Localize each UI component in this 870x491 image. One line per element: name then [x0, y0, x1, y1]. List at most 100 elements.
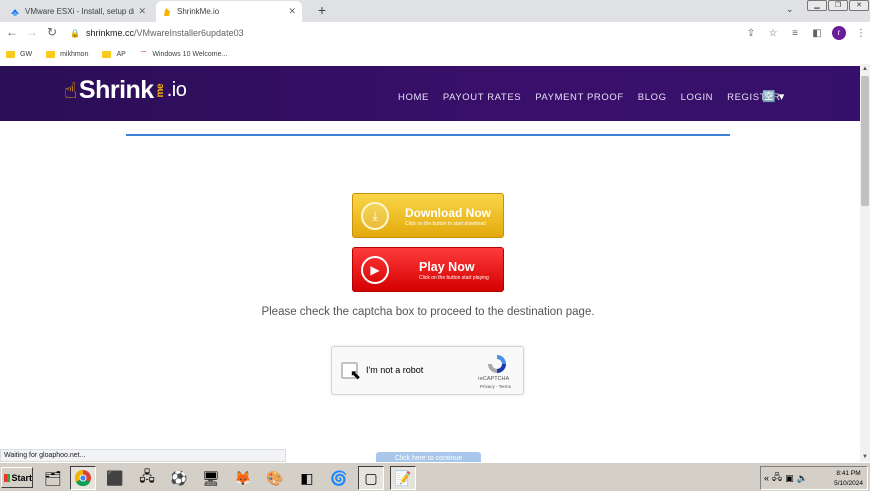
network-monitor-icon[interactable]: 🖧 [134, 466, 160, 490]
chrome-logo-icon [74, 469, 91, 487]
mouse-cursor-icon: ⬉ [350, 367, 361, 382]
page-scrollbar[interactable]: ▲ ▼ [860, 64, 870, 462]
bookmark-label: GW [20, 50, 33, 58]
captcha-message: Please check the captcha box to proceed … [261, 306, 595, 318]
reading-list-icon[interactable]: ≡ [784, 28, 806, 39]
status-bar: Waiting for gloaphoo.net... [0, 449, 286, 462]
tab-shrinkme[interactable]: ShrinkMe.io ✕ [156, 1, 302, 22]
new-tab-button[interactable]: + [314, 2, 330, 18]
bookmark-gw[interactable]: GW [6, 50, 33, 58]
folder-icon [6, 50, 15, 58]
restore-icon[interactable]: ❐ [828, 0, 848, 11]
bookmark-label: Windows 10 Welcome... [152, 50, 228, 58]
bookmark-ap[interactable]: AP [102, 50, 126, 58]
bookmark-windows10[interactable]: ⌔ Windows 10 Welcome... [140, 49, 227, 59]
chrome-icon[interactable] [70, 466, 96, 490]
side-panel-icon[interactable]: ◧ [806, 28, 828, 39]
tray-app-icon[interactable]: ▣ [785, 473, 794, 484]
logo-me: me [154, 83, 166, 98]
vmware-favicon-icon [11, 8, 19, 16]
notepad-icon[interactable]: 📝 [390, 466, 416, 490]
play-now-button[interactable]: ▶ Play Now Click on the button start pla… [352, 247, 504, 292]
url-path: /VMwareInstaller6update03 [134, 28, 244, 38]
folder-icon [46, 50, 56, 58]
continue-button[interactable]: Click here to continue [376, 452, 481, 462]
remote-desktop-icon[interactable]: 🖥 [198, 466, 224, 490]
terminal-icon[interactable]: ⬛ [102, 466, 128, 490]
url-host: shrinkme.cc [86, 28, 135, 38]
scroll-down-icon[interactable]: ▼ [862, 454, 868, 460]
close-window-icon[interactable]: ✕ [849, 0, 869, 11]
shrinkme-favicon-icon [164, 7, 170, 16]
clock-date: 5/10/2024 [834, 480, 863, 487]
window-controls: ▁ ❐ ✕ [806, 0, 869, 11]
play-title: Play Now [419, 260, 475, 274]
tab-strip: VMware ESXi - Install, setup driver R ✕ … [0, 0, 870, 22]
shrinkme-logo[interactable]: ☝ Shrink me .io [64, 76, 187, 105]
bookmark-mikhmon[interactable]: mikhmon [46, 50, 89, 58]
share-icon[interactable]: ⇪ [740, 28, 762, 39]
reload-icon[interactable]: ↻ [44, 25, 60, 39]
window-button-icon[interactable]: ▢ [358, 466, 384, 490]
recaptcha-terms[interactable]: Privacy - Terms [480, 384, 511, 389]
recaptcha-logo-icon [488, 355, 506, 373]
tab-title: ShrinkMe.io [177, 7, 220, 16]
soccer-ball-icon[interactable]: ⚽ [166, 466, 192, 490]
play-icon: ▶ [361, 256, 389, 284]
windows-flag-icon [4, 473, 11, 482]
forward-arrow-icon[interactable]: → [24, 25, 40, 39]
scroll-thumb[interactable] [861, 76, 869, 206]
system-tray: « 🖧 ▣ 🔈 8:41 PM 5/10/2024 [760, 466, 868, 490]
vmware-icon[interactable]: ◧ [294, 466, 320, 490]
download-title: Download Now [405, 206, 491, 220]
menu-kebab-icon[interactable]: ⋮ [850, 28, 870, 39]
logo-text: Shrink [78, 76, 154, 104]
toolbar-icons: ⇪ ☆ ≡ ◧ r ⋮ [740, 26, 870, 40]
recaptcha-brand: reCAPTCHA [478, 376, 510, 382]
tray-volume-icon[interactable]: 🔈 [797, 473, 808, 484]
site-menu: HOME PAYOUT RATES PAYMENT PROOF BLOG LOG… [398, 92, 795, 103]
scroll-up-icon[interactable]: ▲ [862, 66, 868, 72]
paint-icon[interactable]: 🎨 [262, 466, 288, 490]
tray-network-icon[interactable]: 🖧 [772, 470, 782, 486]
menu-home[interactable]: HOME [398, 92, 429, 103]
bookmark-label: AP [116, 50, 126, 58]
address-bar[interactable]: 🔒 shrinkme.cc/VMwareInstaller6update03 [70, 25, 730, 41]
logo-io: .io [166, 79, 187, 101]
language-selector-icon[interactable]: 🈳 ▾ [762, 90, 784, 103]
lock-icon[interactable]: 🔒 [70, 29, 82, 38]
tab-vmware[interactable]: VMware ESXi - Install, setup driver R ✕ [4, 1, 152, 22]
taskbar: Start 🗂 ⬛ 🖧 ⚽ 🖥 🦊 🎨 ◧ 🌀 ▢ 📝 « 🖧 ▣ 🔈 8:41… [0, 462, 870, 491]
page-content: ☝ Shrink me .io HOME PAYOUT RATES PAYMEN… [0, 64, 860, 462]
browser-toolbar: ← → ↻ 🔒 shrinkme.cc/VMwareInstaller6upda… [0, 22, 870, 44]
tray-expand-icon[interactable]: « [764, 473, 769, 483]
bookmarks-bar: GW mikhmon AP ⌔ Windows 10 Welcome... [0, 44, 870, 64]
screen: VMware ESXi - Install, setup driver R ✕ … [0, 0, 870, 491]
menu-blog[interactable]: BLOG [638, 92, 667, 103]
back-arrow-icon[interactable]: ← [4, 25, 20, 39]
profile-avatar[interactable]: r [832, 26, 846, 40]
download-subtitle: Click on the button to start download [405, 221, 486, 227]
menu-payment-proof[interactable]: PAYMENT PROOF [535, 92, 624, 103]
bookmark-star-icon[interactable]: ☆ [762, 28, 784, 39]
divider [126, 134, 730, 136]
close-icon[interactable]: ✕ [138, 6, 146, 17]
folder-icon [102, 50, 112, 58]
menu-payout-rates[interactable]: PAYOUT RATES [443, 92, 521, 103]
hand-pointer-icon: ☝ [64, 77, 77, 103]
site-navbar: ☝ Shrink me .io HOME PAYOUT RATES PAYMEN… [0, 66, 860, 121]
clock-time: 8:41 PM [836, 470, 861, 477]
minimize-icon[interactable]: ▁ [807, 0, 827, 11]
play-subtitle: Click on the button start playing [419, 275, 489, 281]
clock[interactable]: 8:41 PM 5/10/2024 [834, 469, 863, 489]
tab-title: VMware ESXi - Install, setup driver R [25, 7, 134, 16]
tab-search-icon[interactable]: ⌄ [786, 4, 794, 15]
file-explorer-icon[interactable]: 🗂 [40, 466, 66, 490]
close-icon[interactable]: ✕ [288, 6, 296, 17]
menu-login[interactable]: LOGIN [681, 92, 714, 103]
firefox-icon[interactable]: 🦊 [230, 466, 256, 490]
download-now-button[interactable]: ⤓ Download Now Click on the button to st… [352, 193, 504, 238]
bookmark-label: mikhmon [60, 50, 89, 58]
start-button[interactable]: Start [1, 467, 33, 488]
vmware-client-icon[interactable]: 🌀 [326, 466, 352, 490]
